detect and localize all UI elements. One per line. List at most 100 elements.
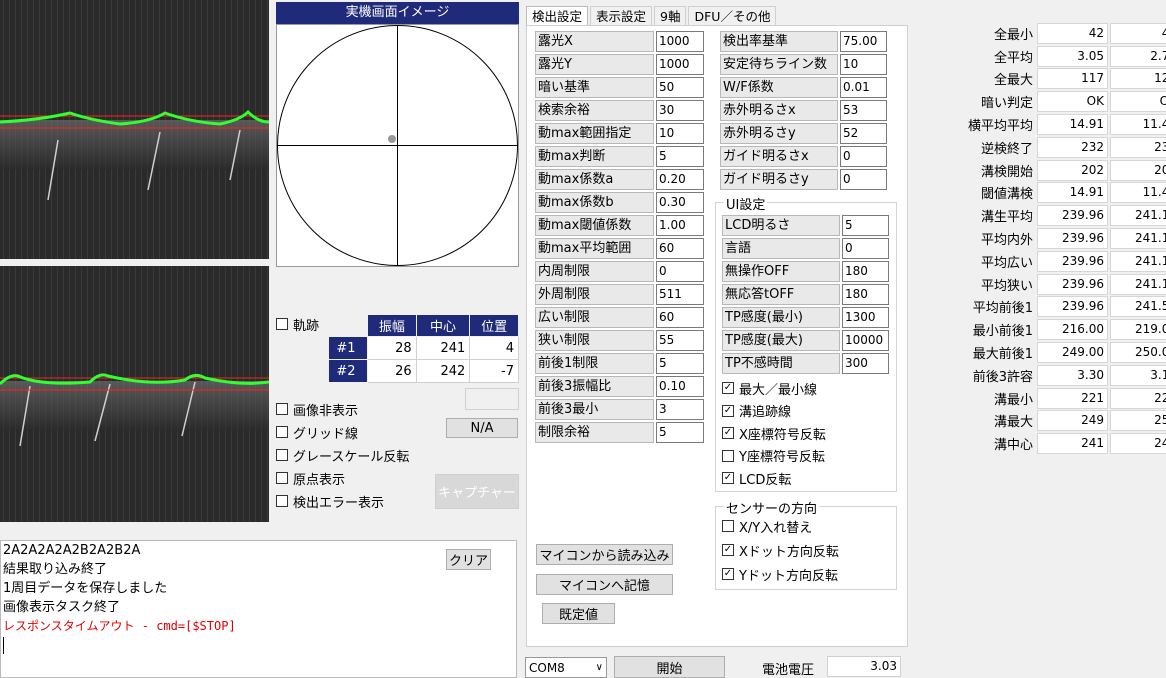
check-lcd-invert[interactable]: ✓ LCD反転 <box>722 468 826 488</box>
port-select[interactable]: COM8 ∨ <box>525 657 607 678</box>
checkbox-box[interactable] <box>722 520 734 532</box>
field-input[interactable]: 180 <box>842 261 889 282</box>
field-input[interactable]: 60 <box>656 307 704 328</box>
trail-checkbox-box[interactable] <box>276 318 288 330</box>
check-label: LCD反転 <box>739 472 792 488</box>
tab-detect-settings[interactable]: 検出設定 <box>526 6 589 26</box>
field-input[interactable]: 0 <box>656 261 704 282</box>
field-input[interactable]: 5 <box>656 146 704 167</box>
checkbox-box[interactable]: ✓ <box>722 472 734 484</box>
field-input[interactable]: 300 <box>842 353 889 374</box>
checkbox-box[interactable] <box>276 472 288 484</box>
stat-row: 暗い判定OKOK <box>928 90 1166 113</box>
field-input[interactable]: 53 <box>840 100 887 121</box>
check-groove-track[interactable]: ✓ 溝追跡線 <box>722 401 826 421</box>
trail-cell: -7 <box>469 359 519 383</box>
check-x-dot-invert[interactable]: ✓ Xドット方向反転 <box>722 540 839 560</box>
option-label: 原点表示 <box>293 472 346 488</box>
ui-field-list: LCD明るさ 5 言語 0 無操作OFF 180 無応答tOFF 180 TP感度(最小… <box>722 214 889 375</box>
tab-9axis[interactable]: 9軸 <box>654 6 687 26</box>
check-y-sign-invert[interactable]: Y座標符号反転 <box>722 446 826 466</box>
field-input[interactable]: 1300 <box>842 307 889 328</box>
checkbox-box[interactable] <box>722 449 734 462</box>
field-row: 動max判断 5 <box>535 145 704 168</box>
checkbox-box[interactable]: ✓ <box>722 544 734 556</box>
checkbox-box[interactable] <box>276 403 288 415</box>
option-detect-error[interactable]: 検出エラー表示 <box>276 491 409 511</box>
field-input[interactable]: 1000 <box>656 54 704 75</box>
start-button[interactable]: 開始 <box>614 656 725 678</box>
field-input[interactable]: 5 <box>656 422 704 443</box>
field-input[interactable]: 55 <box>656 330 704 351</box>
stat-value-y: 241.13 <box>1110 228 1166 250</box>
trail-checkbox[interactable]: 軌跡 <box>276 314 319 334</box>
check-y-dot-invert[interactable]: ✓ Yドット方向反転 <box>722 564 839 584</box>
checkbox-box[interactable]: ✓ <box>722 568 734 580</box>
field-input[interactable]: 52 <box>840 123 887 144</box>
field-input[interactable]: 30 <box>656 100 704 121</box>
stat-value-y: 242 <box>1110 433 1166 455</box>
field-row: 言語 0 <box>722 237 889 260</box>
field-input[interactable]: 0 <box>842 238 889 259</box>
chevron-down-icon: ∨ <box>595 662 603 673</box>
capture-button[interactable]: キャプチャー <box>435 474 519 509</box>
field-input[interactable]: 0.01 <box>840 77 887 98</box>
option-grid[interactable]: グリッド線 <box>276 422 409 442</box>
field-label: TP不感時間 <box>722 353 840 374</box>
field-input[interactable]: 511 <box>656 284 704 305</box>
na-button[interactable]: N/A <box>446 418 518 438</box>
field-input[interactable]: 5 <box>656 353 704 374</box>
option-hide-image[interactable]: 画像非表示 <box>276 399 409 419</box>
stat-label: 溝中心 <box>993 438 1033 454</box>
checkbox-box[interactable]: ✓ <box>722 382 734 394</box>
stat-value-y: 201 <box>1110 159 1166 181</box>
stat-row: 閾値溝検14.9111.45 <box>928 182 1166 205</box>
field-input[interactable]: 5 <box>842 215 889 236</box>
default-values-button[interactable]: 既定値 <box>542 603 615 624</box>
field-input[interactable]: 1000 <box>656 31 704 52</box>
field-row: 暗い基準 50 <box>535 76 704 99</box>
field-input[interactable]: 1.00 <box>656 215 704 236</box>
field-label: 動max平均範囲 <box>535 238 654 259</box>
field-input[interactable]: 10 <box>840 54 887 75</box>
stat-value-x: 249.00 <box>1037 342 1108 364</box>
field-input[interactable]: 0.10 <box>656 376 704 397</box>
tab-display-settings[interactable]: 表示設定 <box>590 6 653 26</box>
field-label: 動max範囲指定 <box>535 123 654 144</box>
field-label: ガイド明るさy <box>720 169 838 190</box>
clear-button[interactable]: クリア <box>446 549 491 570</box>
field-input[interactable]: 60 <box>656 238 704 259</box>
field-input[interactable]: 0.30 <box>656 192 704 213</box>
check-xy-swap[interactable]: X/Y入れ替え <box>722 516 839 536</box>
field-input[interactable]: 3 <box>656 399 704 420</box>
read-from-mcu-button[interactable]: マイコンから読み込み <box>536 544 673 565</box>
checkbox-box[interactable] <box>276 495 288 507</box>
checkbox-box[interactable]: ✓ <box>722 427 734 439</box>
check-minmax-lines[interactable]: ✓ 最大／最小線 <box>722 378 826 398</box>
field-input[interactable]: 0 <box>840 169 887 190</box>
stat-label: 溝最小 <box>993 392 1033 408</box>
option-grayscale-invert[interactable]: グレースケール反転 <box>276 445 409 465</box>
write-to-mcu-button[interactable]: マイコンへ記憶 <box>536 574 673 595</box>
stat-value-y: 11.45 <box>1110 114 1166 136</box>
field-input[interactable]: 10 <box>656 123 704 144</box>
field-row: 狭い制限 55 <box>535 329 704 352</box>
tab-dfu-other[interactable]: DFU／その他 <box>688 6 777 26</box>
option-origin[interactable]: 原点表示 <box>276 468 409 488</box>
stat-label: 全最大 <box>993 73 1033 89</box>
checkbox-box[interactable] <box>276 449 288 461</box>
log-panel[interactable]: 2A2A2A2A2B2A2B2A 結果取り込み終了 1周目データを保存しました … <box>0 540 517 678</box>
check-x-sign-invert[interactable]: ✓ X座標符号反転 <box>722 423 826 443</box>
field-row: 露光X 1000 <box>535 30 704 53</box>
field-input[interactable]: 75.00 <box>840 31 887 52</box>
field-input[interactable]: 10000 <box>842 330 889 351</box>
trail-row-name: #1 <box>328 336 368 360</box>
log-line: 結果取り込み終了 <box>3 562 108 577</box>
field-input[interactable]: 180 <box>842 284 889 305</box>
field-row: 内周制限 0 <box>535 260 704 283</box>
checkbox-box[interactable] <box>276 426 288 438</box>
field-input[interactable]: 0.20 <box>656 169 704 190</box>
field-input[interactable]: 50 <box>656 77 704 98</box>
field-input[interactable]: 0 <box>840 146 887 167</box>
checkbox-box[interactable]: ✓ <box>722 404 734 417</box>
